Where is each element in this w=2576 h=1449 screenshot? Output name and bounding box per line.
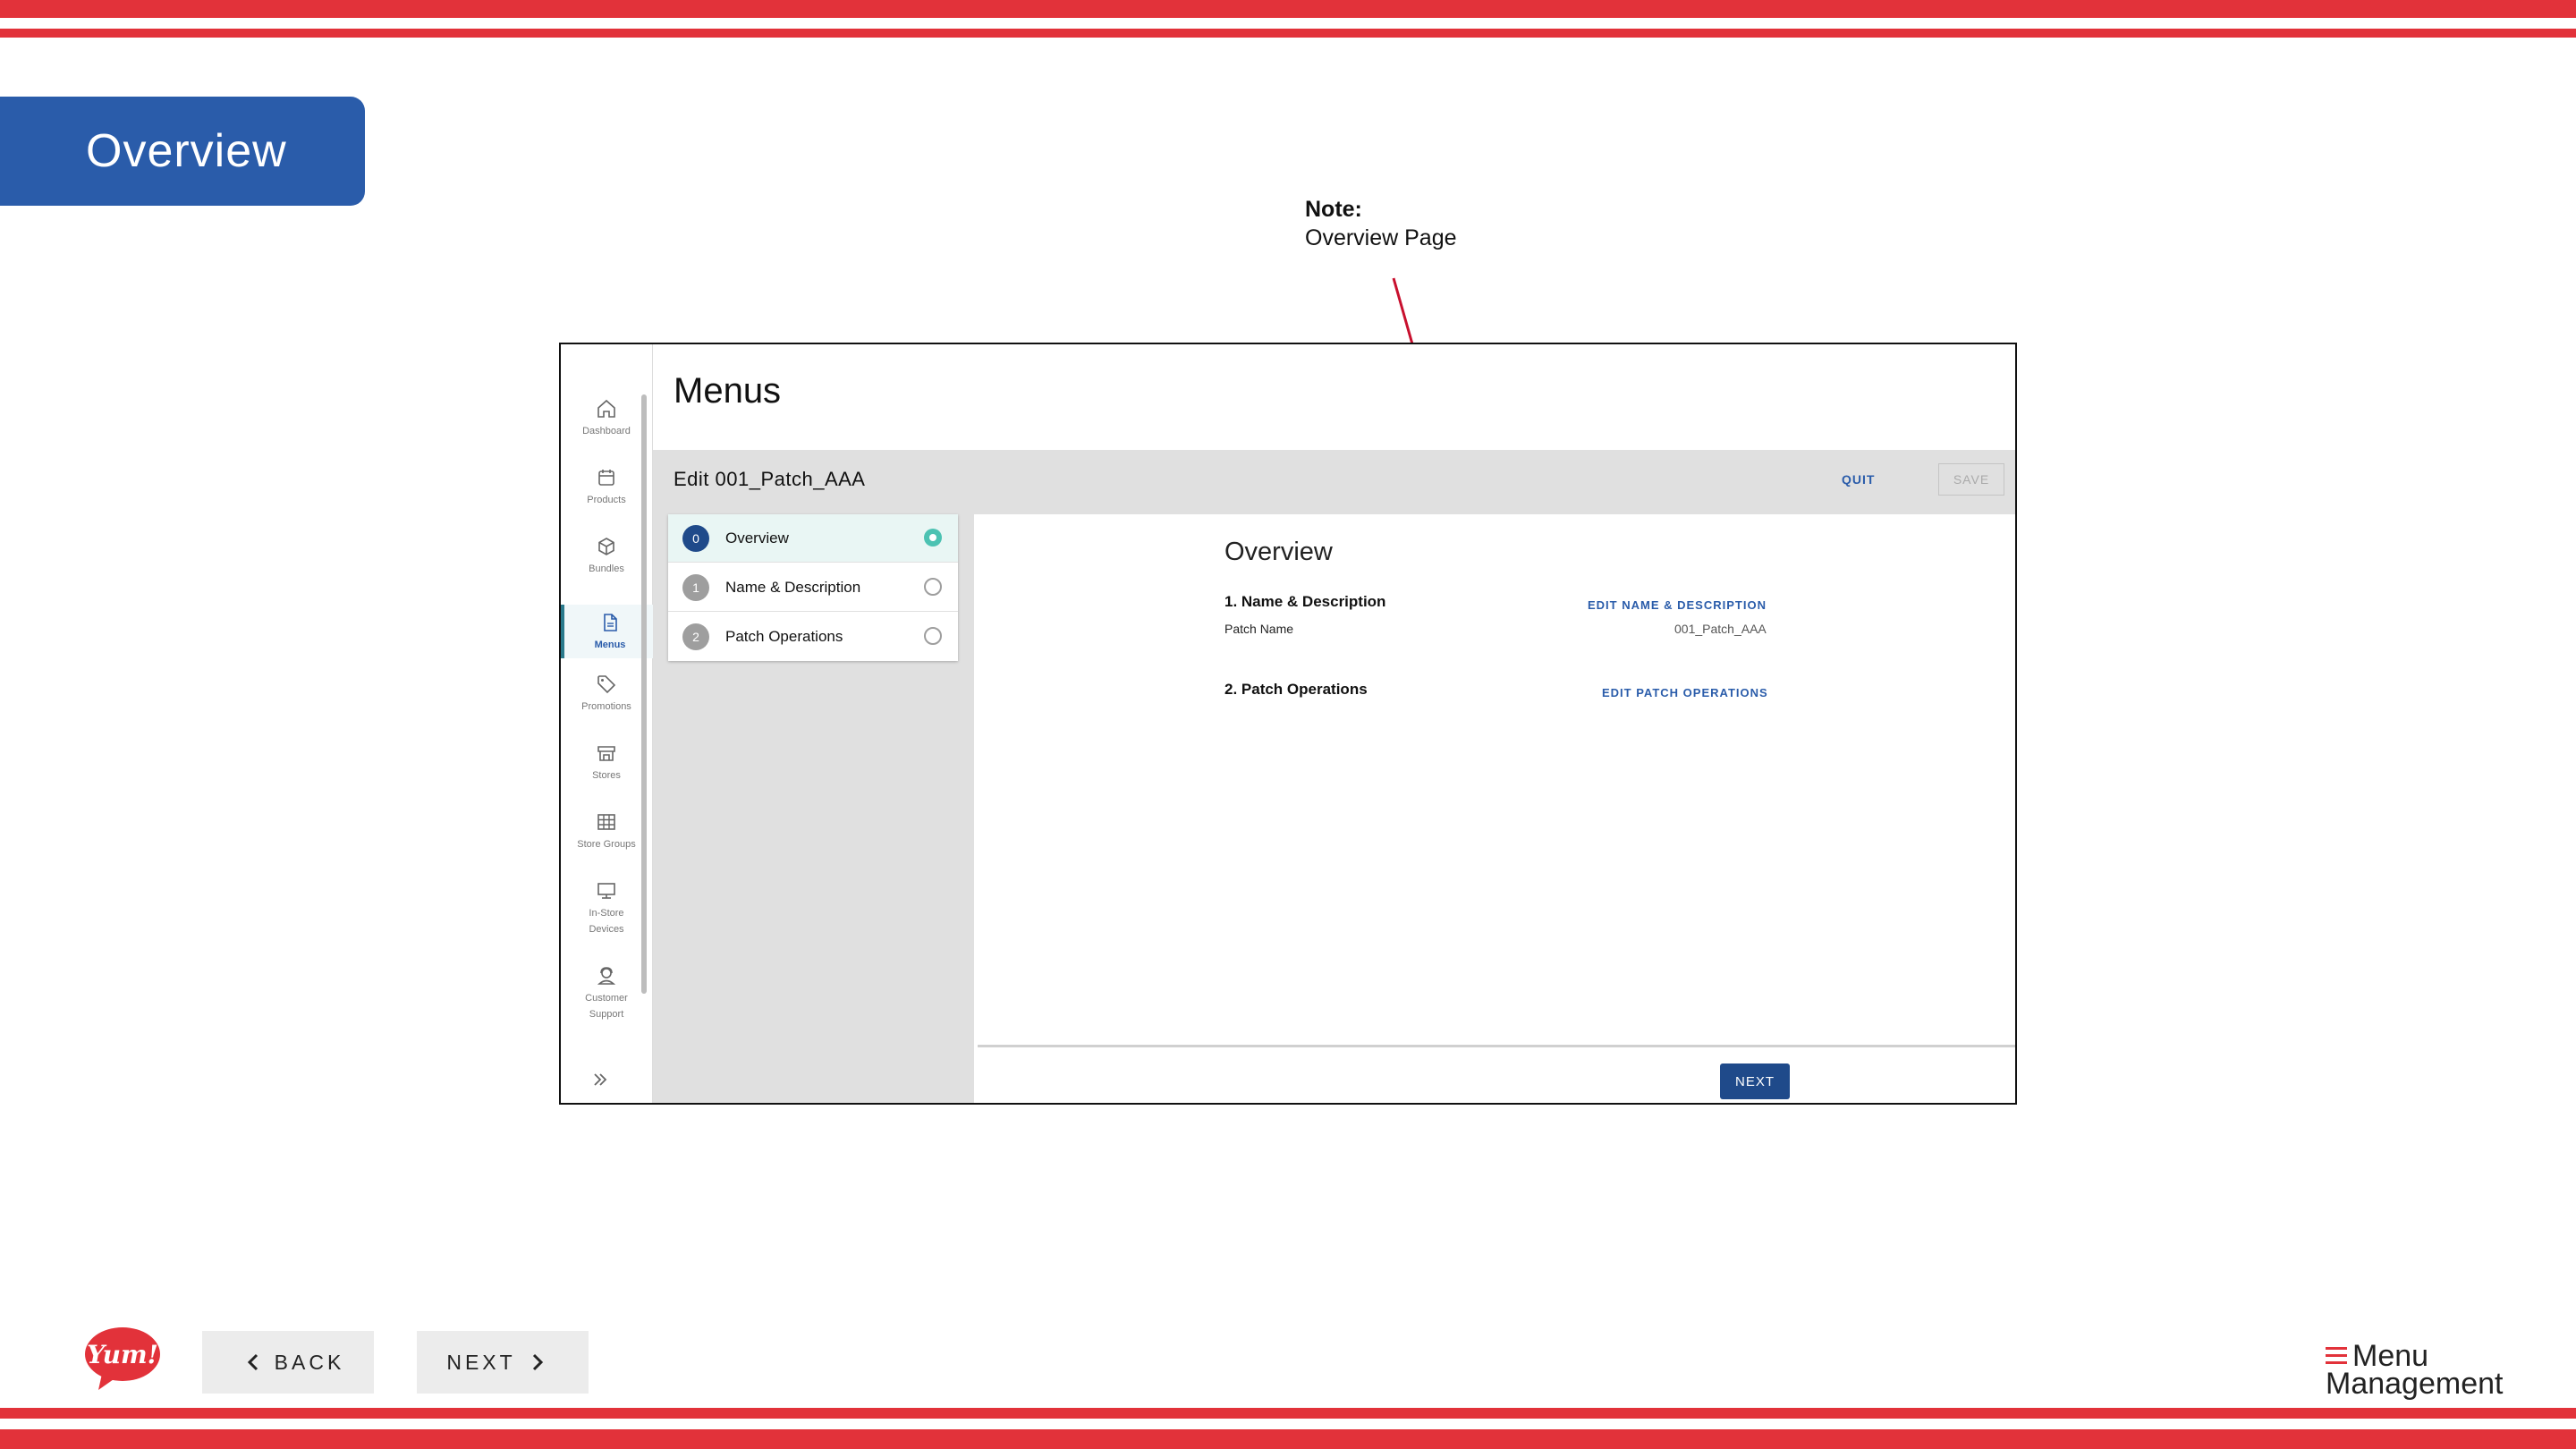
patch-name-value: 001_Patch_AAA xyxy=(1674,622,1767,636)
top-stripe-thick xyxy=(0,0,2576,18)
sidebar-item-stores[interactable]: Stores xyxy=(561,742,652,784)
content-panel: Overview 1. Name & Description EDIT NAME… xyxy=(974,514,2015,1103)
sidebar-item-promotions[interactable]: Promotions xyxy=(561,674,652,715)
cube-icon xyxy=(598,538,614,555)
sidebar-item-bundles[interactable]: Bundles xyxy=(561,536,652,577)
home-icon xyxy=(597,399,615,418)
grid-icon xyxy=(597,814,615,830)
next-button[interactable]: NEXT xyxy=(1720,1063,1790,1099)
step-label: Patch Operations xyxy=(725,628,843,645)
note-body: Overview Page xyxy=(1305,225,1457,250)
calendar-icon xyxy=(598,470,614,486)
step-number: 2 xyxy=(682,623,709,650)
sidebar-item-label: Store Groups xyxy=(577,839,636,850)
sidebar-item-label: Products xyxy=(587,495,626,505)
sidebar-item-label: Support xyxy=(589,1009,624,1020)
slide-back-button[interactable]: BACK xyxy=(202,1331,374,1394)
step-number: 0 xyxy=(682,525,709,552)
double-chevron-right-icon[interactable] xyxy=(589,1069,611,1090)
monitor-icon xyxy=(597,883,615,899)
sidebar-item-store-groups[interactable]: Store Groups xyxy=(561,811,652,852)
step-radio[interactable] xyxy=(924,529,942,547)
top-stripe-thin xyxy=(0,29,2576,38)
sidebar-item-products[interactable]: Products xyxy=(561,467,652,508)
bottom-stripe-thin xyxy=(0,1408,2576,1419)
sidebar: Dashboard Products Bundles Menus Promoti… xyxy=(561,344,656,1103)
divider xyxy=(978,1045,2015,1047)
edit-title: Edit 001_Patch_AAA xyxy=(674,468,866,490)
store-icon xyxy=(597,746,615,761)
sidebar-item-label: Bundles xyxy=(589,564,624,574)
chevron-right-icon xyxy=(532,1353,543,1371)
brand-line-2: Management xyxy=(2326,1367,2504,1401)
note-title: Note: xyxy=(1305,197,1362,222)
support-icon xyxy=(597,967,616,985)
step-number: 1 xyxy=(682,574,709,601)
sidebar-item-label: In-Store xyxy=(589,908,624,919)
step-label: Overview xyxy=(725,530,789,547)
svg-text:Yum!: Yum! xyxy=(87,1340,158,1369)
step-radio[interactable] xyxy=(924,627,942,645)
edit-name-description-link[interactable]: EDIT NAME & DESCRIPTION xyxy=(1588,598,1767,612)
slide-next-button[interactable]: NEXT xyxy=(417,1331,589,1394)
patch-name-label: Patch Name xyxy=(1224,622,1294,636)
stepper: 0 Overview 1 Name & Description 2 Patch … xyxy=(668,514,958,661)
save-button[interactable]: SAVE xyxy=(1938,463,2004,496)
sidebar-item-label: Menus xyxy=(594,640,626,650)
sidebar-scrollbar[interactable] xyxy=(641,394,647,994)
app-screenshot-frame: Dashboard Products Bundles Menus Promoti… xyxy=(559,343,2017,1105)
sidebar-item-label: Promotions xyxy=(581,701,631,712)
yum-logo: Yum! xyxy=(85,1327,160,1390)
sidebar-item-label: Dashboard xyxy=(582,426,631,436)
sidebar-item-label: Devices xyxy=(589,924,624,935)
edit-patch-operations-link[interactable]: EDIT PATCH OPERATIONS xyxy=(1602,686,1768,699)
step-patch-operations[interactable]: 2 Patch Operations xyxy=(668,613,958,661)
sidebar-item-dashboard[interactable]: Dashboard xyxy=(561,398,652,439)
menu-lines-icon xyxy=(2326,1347,2347,1364)
document-icon xyxy=(604,614,617,631)
section-name-description-title: 1. Name & Description xyxy=(1224,593,1386,610)
step-overview[interactable]: 0 Overview xyxy=(668,514,958,563)
slide-title: Overview xyxy=(86,125,287,177)
bottom-stripe-thick xyxy=(0,1429,2576,1449)
sidebar-item-in-store-devices[interactable]: In-Store Devices xyxy=(561,880,652,937)
back-label: BACK xyxy=(274,1350,345,1374)
step-name-description[interactable]: 1 Name & Description xyxy=(668,564,958,612)
step-radio[interactable] xyxy=(924,578,942,596)
tag-icon xyxy=(597,675,616,694)
slide-title-tab: Overview xyxy=(0,97,365,206)
sidebar-item-label: Customer xyxy=(585,993,628,1004)
next-label: NEXT xyxy=(446,1350,516,1374)
section-patch-operations-title: 2. Patch Operations xyxy=(1224,681,1368,698)
step-label: Name & Description xyxy=(725,579,861,596)
quit-button[interactable]: QUIT xyxy=(1842,472,1875,487)
page-title: Menus xyxy=(674,371,782,411)
chevron-left-icon xyxy=(247,1353,258,1371)
sidebar-item-label: Stores xyxy=(592,770,621,781)
overview-heading: Overview xyxy=(1224,538,1333,566)
sidebar-item-customer-support[interactable]: Customer Support xyxy=(561,965,652,1022)
